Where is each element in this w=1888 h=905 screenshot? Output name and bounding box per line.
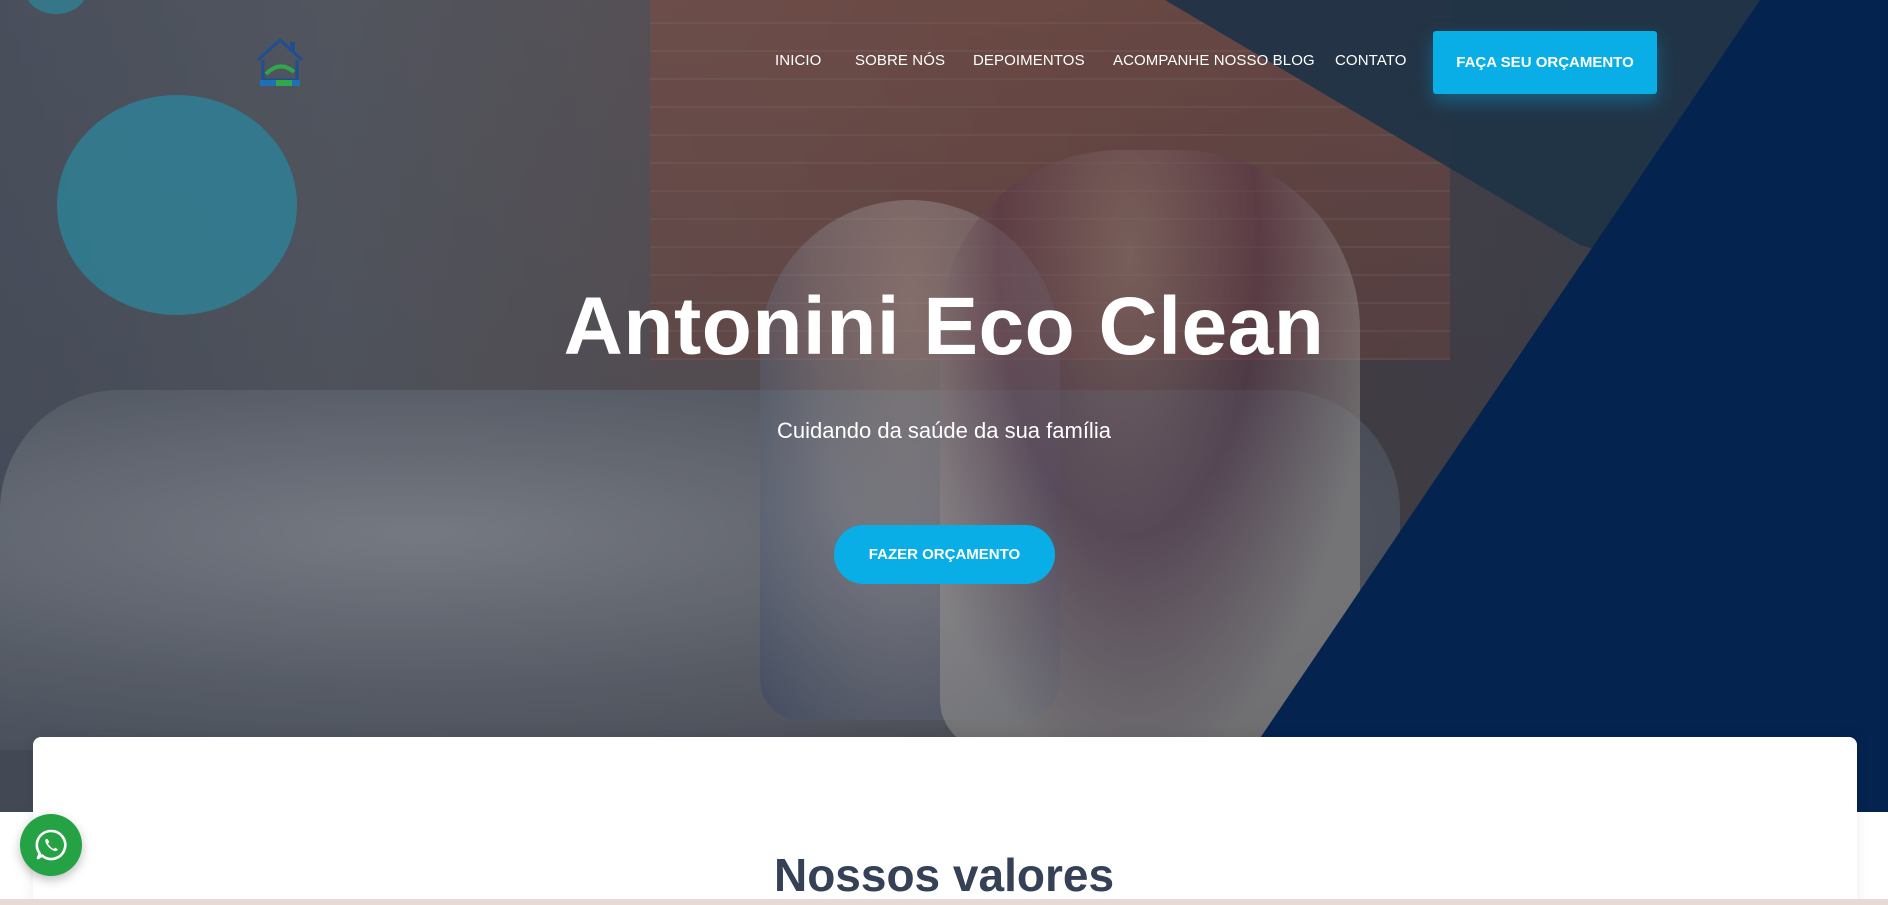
bottom-strip bbox=[0, 899, 1888, 905]
get-quote-button[interactable]: FAZER ORÇAMENTO bbox=[834, 525, 1055, 584]
values-section-title: Nossos valores bbox=[773, 849, 1115, 901]
whatsapp-button[interactable] bbox=[20, 814, 82, 876]
site-logo[interactable] bbox=[254, 34, 306, 90]
hero-subtitle: Cuidando da saúde da sua família bbox=[777, 418, 1111, 443]
nav-link-inicio[interactable]: INICIO bbox=[775, 52, 821, 69]
nav-link-depoimentos[interactable]: DEPOIMENTOS bbox=[973, 52, 1085, 69]
whatsapp-icon bbox=[35, 829, 67, 861]
house-logo-icon bbox=[256, 37, 304, 86]
nav-link-sobre-nos[interactable]: SOBRE NÓS bbox=[855, 52, 945, 69]
hero-section: Antonini Eco Clean Cuidando da saúde da … bbox=[0, 0, 1888, 812]
landing-page: Antonini Eco Clean Cuidando da saúde da … bbox=[0, 0, 1888, 905]
hero-title: Antonini Eco Clean bbox=[563, 281, 1325, 372]
nav-link-blog[interactable]: ACOMPANHE NOSSO BLOG bbox=[1113, 52, 1315, 69]
request-quote-button[interactable]: FAÇA SEU ORÇAMENTO bbox=[1433, 31, 1657, 94]
nav-link-contato[interactable]: CONTATO bbox=[1335, 52, 1407, 69]
